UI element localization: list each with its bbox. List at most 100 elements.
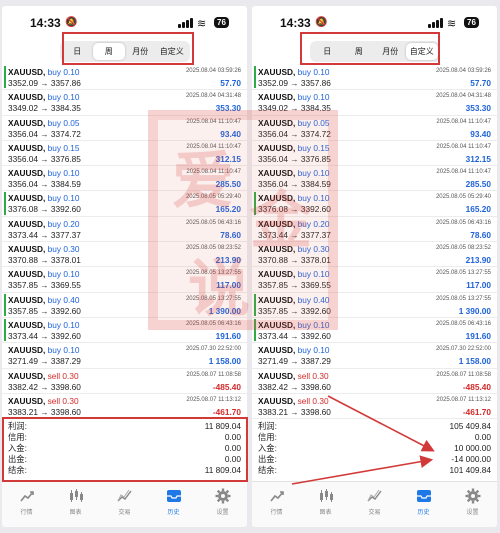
trade-side: buy <box>297 142 312 153</box>
trade-row[interactable]: XAUUSD, buy 0.05 2025.08.04 11:10:47 3356.… <box>2 116 247 141</box>
trade-symbol: XAUUSD, <box>258 345 296 356</box>
trade-lot: 0.15 <box>63 142 80 153</box>
trade-row[interactable]: XAUUSD, buy 0.30 2025.08.05 08:23:52 3370.… <box>252 242 497 268</box>
trade-date: 2025.08.05 06:43:16 <box>435 219 491 226</box>
summary-label: 出金: <box>8 454 27 464</box>
trade-symbol-line: XAUUSD, buy 0.15 <box>8 143 80 153</box>
trade-lot: 0.20 <box>313 218 330 229</box>
period-tab[interactable]: 月份 <box>375 43 407 60</box>
trade-row[interactable]: XAUUSD, buy 0.10 2025.08.05 13:27:55 3357.… <box>2 267 247 293</box>
period-tab[interactable]: 自定义 <box>156 43 188 60</box>
trade-date: 2025.08.04 04:31:48 <box>435 93 491 100</box>
trade-side: buy <box>297 319 312 330</box>
trade-row[interactable]: XAUUSD, buy 0.10 2025.08.05 13:27:55 3357.… <box>252 267 497 293</box>
trade-row[interactable]: XAUUSD, buy 0.15 2025.08.04 11:10:47 3356.… <box>2 141 247 167</box>
trade-side: buy <box>297 92 312 103</box>
trade-row[interactable]: XAUUSD, buy 0.10 2025.08.04 03:59:26 3352.… <box>2 65 247 91</box>
trade-profit: 1 390.00 <box>458 305 491 316</box>
trade-profit: 165.20 <box>215 204 241 215</box>
trade-symbol-line: XAUUSD, buy 0.10 <box>8 269 80 279</box>
trade-row[interactable]: XAUUSD, buy 0.10 2025.08.05 05:29:40 3376.… <box>252 191 497 217</box>
tab-chart[interactable]: 图表 <box>51 482 100 527</box>
trade-row[interactable]: XAUUSD, buy 0.10 2025.08.04 03:59:26 3352.… <box>252 65 497 91</box>
trade-row[interactable]: XAUUSD, sell 0.30 2025.08.07 11:13:12 3383… <box>252 394 497 420</box>
trade-symbol: XAUUSD, <box>258 142 296 153</box>
trade-symbol: XAUUSD, <box>8 395 46 406</box>
trade-prices: 3356.04 → 3384.59 <box>258 179 331 190</box>
trade-row[interactable]: XAUUSD, sell 0.30 2025.08.07 11:08:58 3382… <box>2 369 247 394</box>
trade-row[interactable]: XAUUSD, buy 0.40 2025.08.05 13:27:55 3357.… <box>2 293 247 318</box>
trade-profit: 191.60 <box>465 330 491 341</box>
trade-lot: 0.10 <box>313 345 330 356</box>
tab-settings[interactable]: 设置 <box>198 482 247 527</box>
trade-row[interactable]: XAUUSD, buy 0.10 2025.08.04 11:10:47 3356.… <box>252 166 497 192</box>
trade-symbol: XAUUSD, <box>8 218 46 229</box>
trade-symbol: XAUUSD, <box>8 92 46 103</box>
trade-lot: 0.30 <box>312 395 329 406</box>
trade-row[interactable]: XAUUSD, buy 0.15 2025.08.04 11:10:47 3356.… <box>252 141 497 167</box>
tab-label: 交易 <box>118 510 131 516</box>
trade-row[interactable]: XAUUSD, buy 0.05 2025.08.04 11:10:47 3356.… <box>252 116 497 141</box>
trade-symbol-line: XAUUSD, buy 0.15 <box>258 143 330 153</box>
trade-date: 2025.08.04 03:59:26 <box>435 68 491 74</box>
trade-symbol: XAUUSD, <box>258 294 296 305</box>
trade-symbol: XAUUSD, <box>8 168 46 179</box>
trade-side: sell <box>47 370 61 381</box>
trade-row[interactable]: XAUUSD, buy 0.10 2025.08.05 06:43:16 3373.… <box>252 318 497 344</box>
trade-row[interactable]: XAUUSD, buy 0.10 2025.07.30 22:52:00 3271.… <box>252 343 497 369</box>
trade-row[interactable]: XAUUSD, buy 0.10 2025.07.30 22:52:00 3271.… <box>2 343 247 369</box>
trade-row[interactable]: XAUUSD, buy 0.10 2025.08.05 05:29:40 3376.… <box>2 191 247 217</box>
trade-prices: 3376.08 → 3392.60 <box>258 204 331 215</box>
trade-row[interactable]: XAUUSD, sell 0.30 2025.08.07 11:08:58 3382… <box>252 369 497 394</box>
period-tab[interactable]: 月份 <box>125 43 157 60</box>
trade-side: buy <box>47 244 62 255</box>
trade-row[interactable]: XAUUSD, sell 0.30 2025.08.07 11:13:12 3383… <box>2 394 247 420</box>
tab-quotes[interactable]: 行情 <box>252 482 301 527</box>
trade-side: buy <box>297 294 312 305</box>
trade-row[interactable]: XAUUSD, buy 0.20 2025.08.05 06:43:16 3373.… <box>252 217 497 243</box>
tab-quotes[interactable]: 行情 <box>2 482 51 527</box>
tab-settings[interactable]: 设置 <box>448 482 497 527</box>
trade-profit: 353.30 <box>215 103 241 114</box>
signal-icon <box>178 18 194 28</box>
trade-icon <box>366 488 384 504</box>
trade-symbol: XAUUSD, <box>258 92 296 103</box>
status-bar: 14:33 🔕 ≋ 76 <box>252 6 497 38</box>
trade-side: buy <box>47 294 62 305</box>
trade-row[interactable]: XAUUSD, buy 0.10 2025.08.05 06:43:16 3373.… <box>2 318 247 344</box>
period-tab[interactable]: 自定义 <box>406 43 438 60</box>
tab-chart[interactable]: 图表 <box>301 482 350 527</box>
trade-symbol: XAUUSD, <box>8 345 46 356</box>
trade-row[interactable]: XAUUSD, buy 0.10 2025.08.04 11:10:47 3356.… <box>2 166 247 192</box>
trade-lot: 0.10 <box>313 67 330 77</box>
trade-row[interactable]: XAUUSD, buy 0.30 2025.08.05 08:23:52 3370.… <box>2 242 247 268</box>
tab-history[interactable]: 历史 <box>149 482 198 527</box>
trade-icon <box>116 488 134 504</box>
period-tab[interactable]: 日 <box>312 43 344 60</box>
trade-side: buy <box>47 142 62 153</box>
trade-lot: 0.10 <box>63 168 80 179</box>
trade-row[interactable]: XAUUSD, buy 0.40 2025.08.05 13:27:55 3357.… <box>252 293 497 318</box>
trade-row[interactable]: XAUUSD, buy 0.10 2025.08.04 04:31:48 3349.… <box>252 90 497 116</box>
summary-label: 利润: <box>8 421 27 431</box>
tab-trade[interactable]: 交易 <box>100 482 149 527</box>
trade-side: buy <box>47 319 62 330</box>
trade-lot: 0.10 <box>63 319 80 330</box>
tab-trade[interactable]: 交易 <box>350 482 399 527</box>
period-tab[interactable]: 周 <box>343 43 375 60</box>
trade-profit: -461.70 <box>212 406 241 417</box>
summary-line: 入金: 10 000.00 <box>258 443 491 454</box>
period-tab[interactable]: 周 <box>93 43 125 60</box>
trade-prices: 3373.44 → 3392.60 <box>258 330 331 341</box>
trade-date: 2025.08.05 05:29:40 <box>185 194 241 201</box>
tab-history[interactable]: 历史 <box>399 482 448 527</box>
summary-value: 0.00 <box>224 443 241 453</box>
summary-label: 入金: <box>8 443 27 453</box>
trade-symbol: XAUUSD, <box>258 395 296 406</box>
period-tab[interactable]: 日 <box>62 43 94 60</box>
summary-label: 利润: <box>258 421 277 431</box>
trade-row[interactable]: XAUUSD, buy 0.20 2025.08.05 06:43:16 3373.… <box>2 217 247 243</box>
summary-value: 0.00 <box>474 432 491 442</box>
trade-lot: 0.10 <box>63 193 80 204</box>
trade-row[interactable]: XAUUSD, buy 0.10 2025.08.04 04:31:48 3349.… <box>2 90 247 116</box>
